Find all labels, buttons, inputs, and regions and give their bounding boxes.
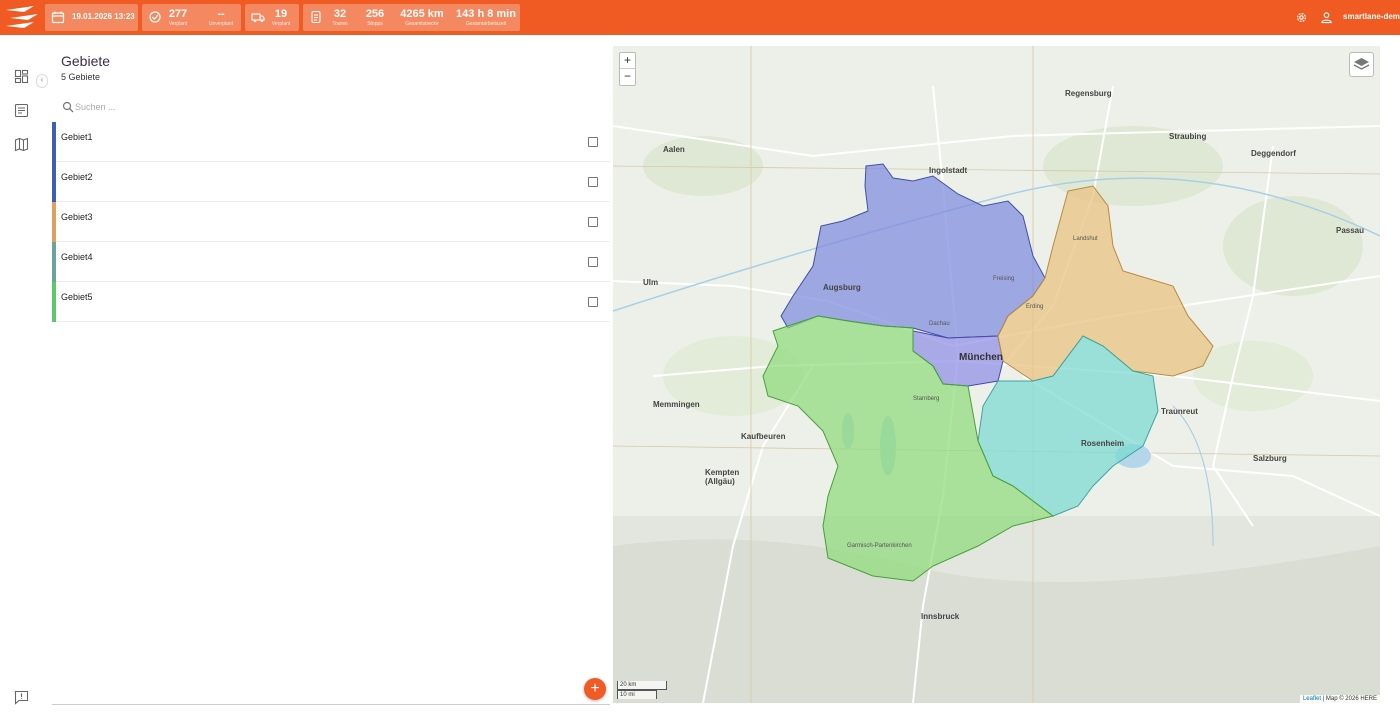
city-label: Kaufbeuren [741, 432, 786, 441]
city-label: Kempten (Allgäu) [705, 468, 740, 486]
date-text: 19.01.2026 13:23 [72, 12, 135, 21]
panel-divider [52, 704, 610, 705]
vehicles-stats[interactable]: 19 Verplant [245, 4, 299, 31]
area-color-bar [52, 282, 56, 322]
stat-stops: 256 Stopps [365, 8, 385, 27]
user-name[interactable]: smartlane-demo [1343, 12, 1400, 21]
area-name: Gebiet3 [61, 212, 93, 222]
city-label: Rosenheim [1081, 439, 1125, 448]
zoom-control: + − [619, 52, 636, 86]
map[interactable]: Augsburg München Ingolstadt Regensburg U… [613, 46, 1380, 703]
city-label: Dachau [929, 321, 950, 327]
city-label: Regensburg [1065, 89, 1112, 98]
list-item-gebiet5[interactable]: Gebiet5 [52, 282, 610, 322]
top-bar: 19.01.2026 13:23 277 Verplant -- Unverplan… [0, 0, 1400, 35]
attribution-text: | Map © 2026 HERE [1320, 696, 1377, 702]
user-icon[interactable] [1320, 11, 1333, 24]
city-label: Straubing [1169, 132, 1207, 141]
layers-icon [1353, 58, 1370, 70]
dashboard-icon[interactable] [14, 69, 29, 84]
city-label: Traunreut [1161, 407, 1198, 416]
search-icon [62, 101, 74, 113]
areas-list: Gebiet1 Gebiet2 Gebiet3 Gebiet4 Gebiet5 [52, 122, 610, 322]
city-label: Innsbruck [921, 612, 960, 621]
city-label: Ulm [643, 278, 659, 287]
area-color-bar [52, 202, 56, 242]
scale-mi: 10 mi [617, 690, 657, 699]
area-name: Gebiet5 [61, 292, 93, 302]
city-label: Starnberg [913, 396, 940, 402]
zoom-in-button[interactable]: + [620, 53, 635, 69]
area-color-bar [52, 242, 56, 282]
area-name: Gebiet2 [61, 172, 93, 182]
list-item-gebiet1[interactable]: Gebiet1 [52, 122, 610, 162]
logo-icon[interactable] [4, 4, 40, 31]
leaflet-link[interactable]: Leaflet [1303, 696, 1321, 702]
area-checkbox[interactable] [588, 137, 598, 147]
city-label: Erding [1026, 304, 1044, 310]
areas-panel: Gebiete 5 Gebiete Gebiet1 Gebiet2 Gebiet… [52, 35, 610, 705]
area-checkbox[interactable] [588, 217, 598, 227]
stat-worktime: 143 h 8 min Gesamtarbeitszeit [456, 8, 516, 27]
search-input[interactable] [75, 99, 355, 115]
add-area-button[interactable]: + [584, 678, 606, 700]
area-color-bar [52, 162, 56, 202]
calendar-icon [51, 11, 65, 24]
list-icon[interactable] [14, 103, 29, 118]
city-label: Garmisch-Partenkirchen [847, 543, 912, 549]
area-checkbox[interactable] [588, 257, 598, 267]
city-label: Salzburg [1253, 454, 1287, 463]
area-checkbox[interactable] [588, 297, 598, 307]
area-name: Gebiet4 [61, 252, 93, 262]
gear-icon[interactable] [1295, 11, 1308, 24]
list-item-gebiet2[interactable]: Gebiet2 [52, 162, 610, 202]
city-label: München [959, 352, 1003, 363]
areas-count: 5 Gebiete [61, 72, 101, 82]
collapse-toggle[interactable]: ‹ [36, 74, 48, 88]
city-label: Aalen [663, 145, 685, 154]
left-rail [0, 35, 44, 713]
stat-distance: 4265 km Gesamtstrecke [400, 8, 444, 27]
map-attribution: Leaflet | Map © 2026 HERE [1299, 695, 1380, 703]
city-label: Memmingen [653, 400, 700, 409]
area-checkbox[interactable] [588, 177, 598, 187]
area-color-bar [52, 122, 56, 162]
search-box[interactable] [61, 99, 361, 115]
stat-planned: 277 Verplant [168, 8, 188, 27]
orders-stats[interactable]: 277 Verplant -- Unverplant [142, 4, 241, 31]
stat-vehicles: 19 Verplant [271, 8, 291, 27]
map-canvas[interactable] [613, 46, 1380, 703]
feedback-icon[interactable] [14, 690, 29, 705]
city-label: Ingolstadt [929, 166, 968, 175]
city-label: Passau [1336, 226, 1365, 235]
area-name: Gebiet1 [61, 132, 93, 142]
city-label: Augsburg [823, 283, 861, 292]
city-label: Freising [993, 276, 1015, 282]
page-title: Gebiete [61, 53, 111, 69]
tour-stats[interactable]: 32 Touren 256 Stopps 4265 km Gesamtstrecke … [303, 4, 520, 31]
scale-km: 20 km [617, 681, 667, 690]
city-label: Deggendorf [1251, 149, 1296, 158]
list-item-gebiet4[interactable]: Gebiet4 [52, 242, 610, 282]
layers-button[interactable] [1349, 52, 1374, 77]
map-icon[interactable] [14, 137, 29, 152]
stat-unplanned: -- Unverplant [208, 8, 234, 27]
date-selector[interactable]: 19.01.2026 13:23 [45, 4, 138, 31]
map-scale: 20 km 10 mi [617, 681, 667, 699]
list-item-gebiet3[interactable]: Gebiet3 [52, 202, 610, 242]
city-label: Landshut [1073, 236, 1098, 242]
zoom-out-button[interactable]: − [620, 69, 635, 85]
